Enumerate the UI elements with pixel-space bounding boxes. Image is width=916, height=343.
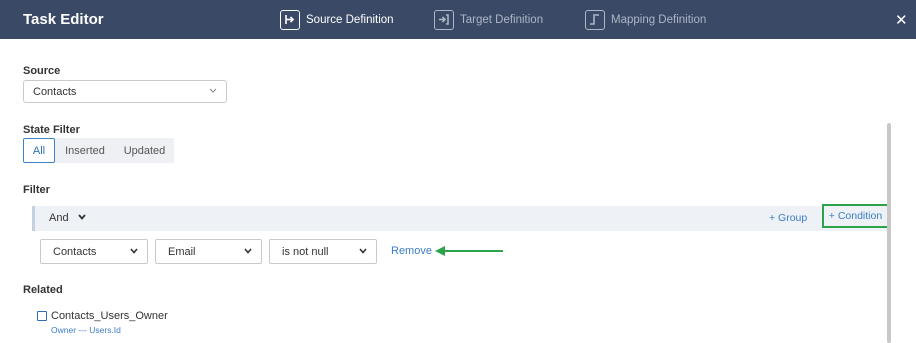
source-select-value: Contacts [33, 86, 77, 98]
source-label: Source [23, 65, 61, 77]
mapping-definition-icon [585, 10, 605, 30]
vertical-scrollbar[interactable] [887, 123, 891, 343]
condition-object-select[interactable]: Contacts [40, 239, 148, 264]
condition-field-value: Email [168, 246, 196, 258]
source-select[interactable]: Contacts [23, 80, 227, 103]
filter-label: Filter [23, 184, 50, 196]
source-definition-icon [280, 10, 300, 30]
related-item-mapping: Owner --- Users.Id [51, 325, 121, 335]
title-bar: Task Editor Source Definition Target Def… [0, 0, 916, 39]
chevron-down-icon[interactable] [77, 211, 87, 226]
related-label: Related [23, 284, 63, 296]
remove-condition-link[interactable]: Remove [391, 245, 432, 257]
state-filter-label: State Filter [23, 124, 80, 136]
condition-object-value: Contacts [53, 246, 97, 258]
state-filter-all[interactable]: All [23, 138, 55, 163]
state-filter-inserted[interactable]: Inserted [55, 138, 115, 163]
filter-operator[interactable]: And [49, 212, 69, 224]
annotation-arrow-icon [435, 243, 505, 264]
target-definition-icon [434, 10, 454, 30]
related-item-name: Contacts_Users_Owner [51, 310, 168, 322]
chevron-down-icon [208, 85, 218, 100]
add-group-link[interactable]: + Group [769, 212, 807, 224]
tab-label: Target Definition [460, 14, 544, 26]
chevron-down-icon [129, 245, 139, 260]
condition-operator-value: is not null [282, 246, 329, 258]
chevron-down-icon [358, 245, 368, 260]
related-item-checkbox[interactable] [37, 311, 47, 321]
filter-group-bar: And + Group + Condition [32, 204, 889, 231]
state-filter-updated[interactable]: Updated [115, 138, 174, 163]
dialog-title: Task Editor [23, 11, 104, 28]
condition-operator-select[interactable]: is not null [269, 239, 377, 264]
close-icon[interactable]: ✕ [895, 11, 908, 29]
tab-label: Mapping Definition [611, 14, 707, 26]
tab-mapping-definition[interactable]: Mapping Definition [585, 9, 706, 31]
add-condition-button[interactable]: + Condition [822, 204, 889, 228]
chevron-down-icon [243, 245, 253, 260]
tab-target-definition[interactable]: Target Definition [434, 9, 543, 31]
tab-label: Source Definition [306, 14, 394, 26]
tab-source-definition[interactable]: Source Definition [280, 9, 394, 31]
condition-field-select[interactable]: Email [155, 239, 262, 264]
